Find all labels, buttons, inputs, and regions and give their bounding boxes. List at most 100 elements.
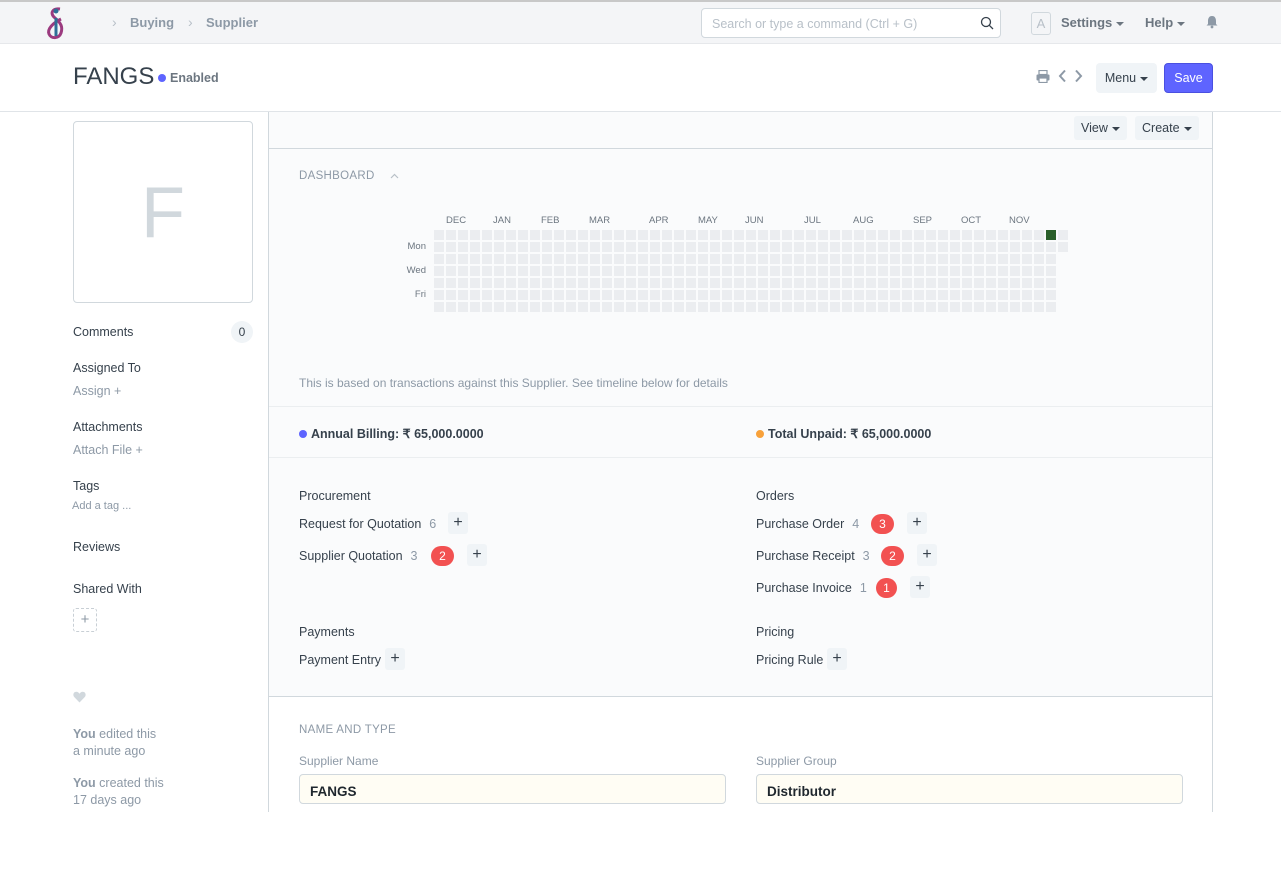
heatmap-cell[interactable] [926, 254, 936, 264]
open-count-badge[interactable]: 2 [881, 546, 904, 566]
heatmap-cell[interactable] [734, 242, 744, 252]
heatmap-cell[interactable] [518, 266, 528, 276]
heatmap-cell[interactable] [602, 230, 612, 240]
new-supplier-quotation-button[interactable]: + [467, 544, 487, 566]
heatmap-cell[interactable] [842, 266, 852, 276]
heatmap-cell[interactable] [782, 230, 792, 240]
heatmap-cell[interactable] [614, 302, 624, 312]
heatmap-cell[interactable] [1046, 242, 1056, 252]
heatmap-cell[interactable] [998, 242, 1008, 252]
heatmap-cell[interactable] [722, 278, 732, 288]
heatmap-cell[interactable] [638, 254, 648, 264]
heatmap-cell[interactable] [1022, 266, 1032, 276]
heatmap-cell[interactable] [830, 302, 840, 312]
app-logo[interactable] [43, 5, 69, 41]
assign-button[interactable]: Assign + [73, 384, 121, 398]
heatmap-cell[interactable] [542, 254, 552, 264]
heatmap-cell[interactable] [458, 242, 468, 252]
heatmap-cell[interactable] [782, 290, 792, 300]
heatmap-cell[interactable] [482, 302, 492, 312]
heatmap-cell[interactable] [746, 242, 756, 252]
like-heart-icon[interactable] [73, 691, 86, 703]
heatmap-cell[interactable] [638, 302, 648, 312]
heatmap-cell[interactable] [578, 266, 588, 276]
heatmap-cell[interactable] [686, 290, 696, 300]
heatmap-cell[interactable] [794, 302, 804, 312]
heatmap-cell[interactable] [770, 266, 780, 276]
heatmap-cell[interactable] [902, 302, 912, 312]
heatmap-cell[interactable] [890, 266, 900, 276]
heatmap-cell[interactable] [506, 290, 516, 300]
heatmap-cell[interactable] [554, 266, 564, 276]
heatmap-cell[interactable] [830, 242, 840, 252]
heatmap-cell[interactable] [698, 242, 708, 252]
heatmap-cell[interactable] [662, 242, 672, 252]
heatmap-cell[interactable] [578, 242, 588, 252]
heatmap-cell[interactable] [494, 302, 504, 312]
heatmap-cell[interactable] [1034, 254, 1044, 264]
heatmap-cell[interactable] [902, 254, 912, 264]
heatmap-cell[interactable] [902, 266, 912, 276]
new-payment-entry-button[interactable]: + [385, 648, 405, 670]
heatmap-cell[interactable] [434, 302, 444, 312]
add-share-button[interactable]: + [73, 608, 97, 632]
heatmap-cell[interactable] [746, 302, 756, 312]
heatmap-cell[interactable] [782, 302, 792, 312]
heatmap-cell[interactable] [722, 230, 732, 240]
help-dropdown[interactable]: Help [1145, 15, 1186, 30]
heatmap-cell[interactable] [818, 302, 828, 312]
heatmap-cell[interactable] [578, 230, 588, 240]
heatmap-cell[interactable] [866, 290, 876, 300]
new-purchase-order-button[interactable]: + [907, 512, 927, 534]
heatmap-cell[interactable] [818, 266, 828, 276]
heatmap-cell[interactable] [854, 278, 864, 288]
notification-bell-icon[interactable] [1206, 15, 1218, 29]
heatmap-cell[interactable] [590, 302, 600, 312]
heatmap-cell[interactable] [986, 242, 996, 252]
heatmap-cell[interactable] [842, 230, 852, 240]
heatmap-cell[interactable] [566, 254, 576, 264]
heatmap-cell[interactable] [998, 278, 1008, 288]
heatmap-cell[interactable] [1010, 242, 1020, 252]
heatmap-cell[interactable] [566, 302, 576, 312]
heatmap-cell[interactable] [530, 302, 540, 312]
heatmap-cell[interactable] [1046, 254, 1056, 264]
heatmap-cell[interactable] [482, 278, 492, 288]
heatmap-cell[interactable] [854, 302, 864, 312]
heatmap-cell[interactable] [806, 230, 816, 240]
heatmap-cell[interactable] [746, 290, 756, 300]
heatmap-cell[interactable] [530, 278, 540, 288]
heatmap-cell[interactable] [650, 278, 660, 288]
heatmap-cell[interactable] [614, 254, 624, 264]
heatmap-cell[interactable] [938, 302, 948, 312]
heatmap-cell[interactable] [506, 242, 516, 252]
heatmap-cell[interactable] [686, 266, 696, 276]
heatmap-cell[interactable] [1022, 302, 1032, 312]
heatmap-cell[interactable] [950, 254, 960, 264]
heatmap-cell[interactable] [542, 230, 552, 240]
heatmap-cell[interactable] [962, 266, 972, 276]
heatmap-cell[interactable] [830, 254, 840, 264]
heatmap-cell[interactable] [914, 254, 924, 264]
heatmap-cell[interactable] [638, 278, 648, 288]
heatmap-cell[interactable] [950, 290, 960, 300]
heatmap-cell[interactable] [530, 290, 540, 300]
heatmap-cell[interactable] [926, 302, 936, 312]
heatmap-cell[interactable] [854, 230, 864, 240]
heatmap-cell[interactable] [710, 266, 720, 276]
heatmap-cell[interactable] [878, 230, 888, 240]
heatmap-cell[interactable] [890, 278, 900, 288]
heatmap-cell[interactable] [782, 254, 792, 264]
open-count-badge[interactable]: 2 [431, 546, 454, 566]
heatmap-cell[interactable] [434, 266, 444, 276]
heatmap-cell[interactable] [458, 290, 468, 300]
heatmap-cell[interactable] [446, 302, 456, 312]
comments-label[interactable]: Comments [73, 325, 133, 339]
heatmap-cell[interactable] [446, 278, 456, 288]
heatmap-cell[interactable] [614, 242, 624, 252]
heatmap-cell[interactable] [974, 254, 984, 264]
heatmap-cell[interactable] [650, 242, 660, 252]
heatmap-cell[interactable] [602, 254, 612, 264]
heatmap-cell[interactable] [602, 266, 612, 276]
heatmap-cell[interactable] [434, 242, 444, 252]
